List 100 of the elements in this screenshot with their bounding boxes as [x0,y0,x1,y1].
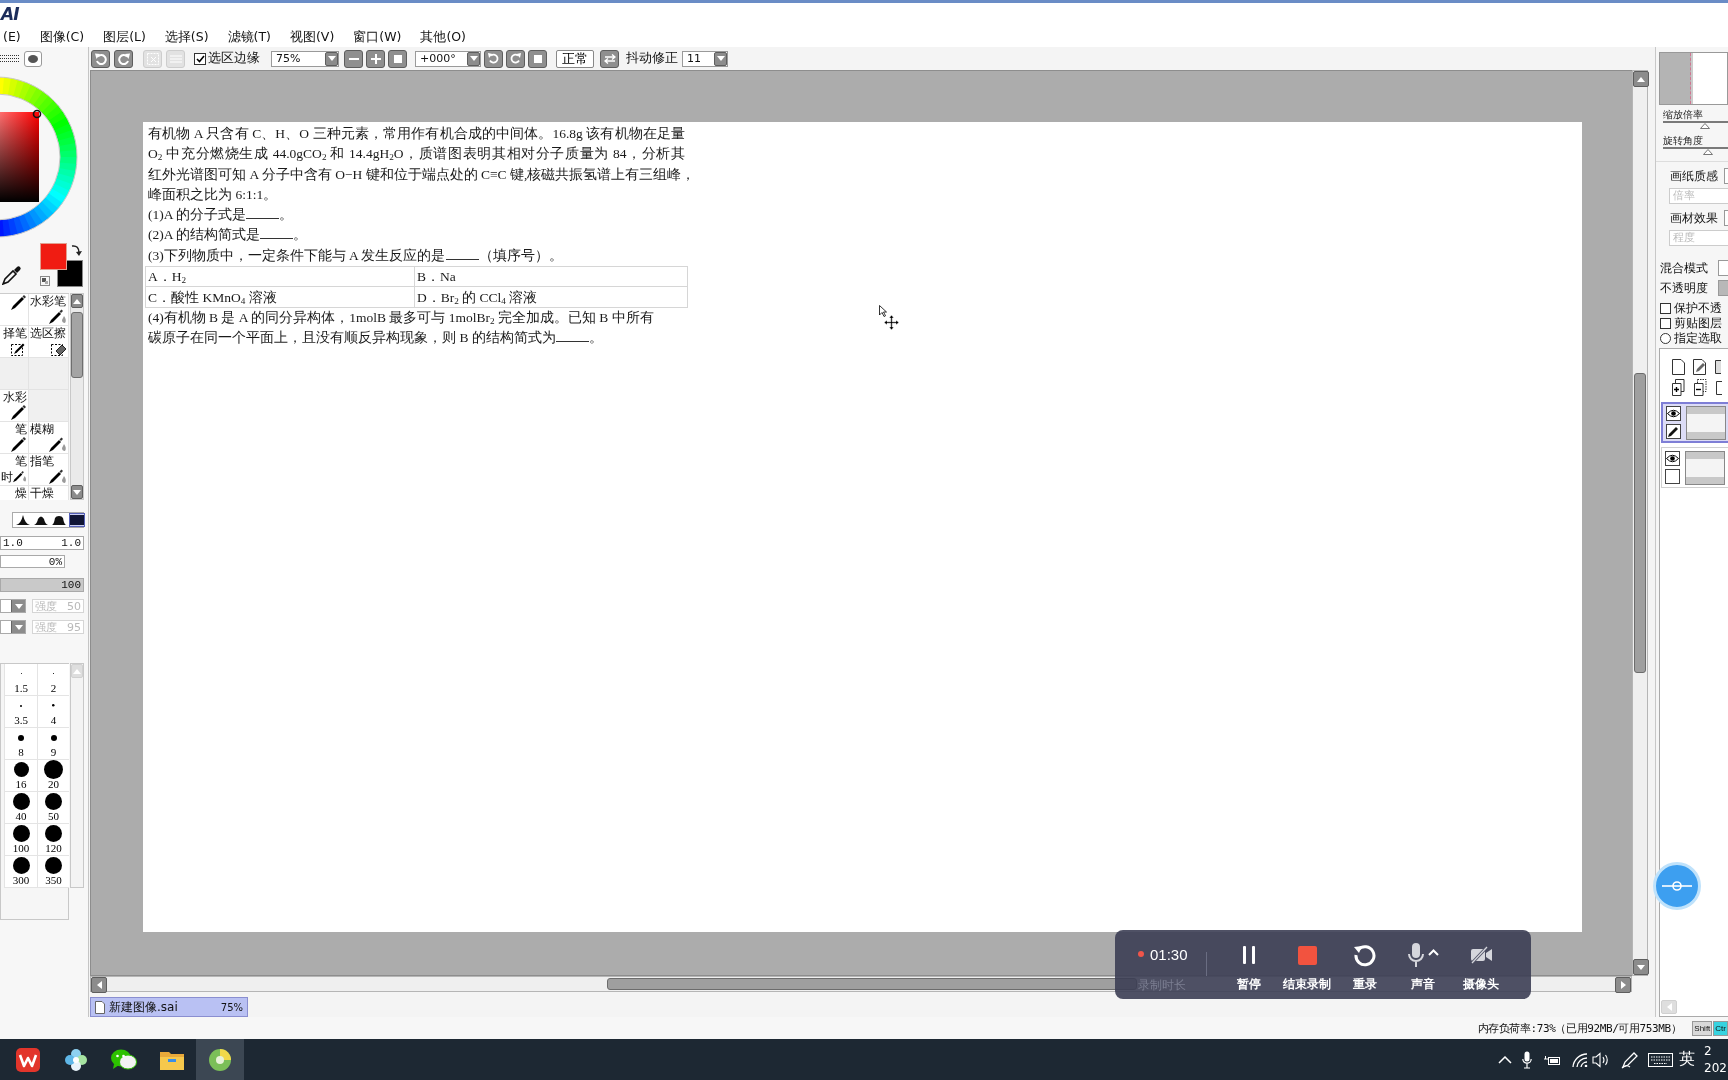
brush-shape-button[interactable] [51,513,67,527]
tool-button[interactable] [0,294,29,326]
checkbox[interactable] [1660,318,1671,329]
layer-item[interactable] [1661,402,1728,443]
edit-toggle[interactable] [1666,424,1681,439]
dropdown-field[interactable] [1724,210,1728,226]
checkbox[interactable] [1660,303,1671,314]
radio-button[interactable] [1660,333,1671,344]
menu-item[interactable]: 选择(S) [164,28,209,44]
scroll-up-button[interactable] [1633,71,1649,87]
camera-button[interactable]: 摄像头 [1452,930,1510,999]
scroll-thumb[interactable] [1634,373,1646,673]
tool-scrollbar[interactable] [70,293,84,500]
dropdown-field[interactable] [1724,168,1728,184]
eye-icon[interactable] [1667,409,1680,418]
brush-shape-button[interactable] [69,513,85,527]
scroll-right-button[interactable] [1615,977,1631,993]
zoom-in-button[interactable] [366,49,385,68]
sound-button[interactable]: 声音 [1394,930,1452,999]
chevron-up-icon[interactable] [1498,1055,1512,1064]
menu-item[interactable]: (E) [3,28,21,44]
checkbox-label[interactable]: 选区边缘 [208,50,260,67]
stabilizer-field[interactable]: 11 [682,50,728,67]
scroll-down-button[interactable] [1633,959,1649,975]
eyedropper-icon[interactable] [2,265,22,285]
brush-preview-button[interactable] [24,50,42,67]
wifi-icon[interactable] [1572,1052,1588,1067]
dropdown-field[interactable] [1718,260,1728,276]
document-tab[interactable]: 新建图像.sai 75% [90,997,248,1017]
navigator-slider[interactable] [1663,147,1728,157]
brush-size-option[interactable]: 20 [37,760,69,792]
slider-handle[interactable] [1700,123,1711,129]
zoom-reset-button[interactable] [388,49,407,68]
brush-size-option[interactable]: 40 [4,792,37,824]
vertical-scrollbar[interactable] [1632,70,1648,976]
size-scrollbar[interactable] [70,663,84,888]
color-swatches-icon[interactable] [40,243,83,287]
menu-item[interactable]: 图层(L) [103,28,146,44]
zoom-out-button[interactable] [344,49,363,68]
brush-size-option[interactable]: 8 [4,728,37,760]
reset-colors-icon[interactable] [40,276,50,286]
rotation-field[interactable]: +000° [415,50,481,67]
opacity-slider[interactable] [1718,280,1728,296]
brush-size-option[interactable]: 16 [4,760,37,792]
page-pencil-icon[interactable] [1693,358,1707,375]
menu-item[interactable]: 视图(V) [289,28,335,44]
rotate-reset-button[interactable] [528,49,547,68]
input-method-indicator[interactable]: 英 [1679,1049,1695,1070]
brush-size-option[interactable]: 350 [37,856,69,888]
restart-recording-button[interactable]: 重录 [1336,930,1394,999]
new-page-icon[interactable] [1672,358,1685,375]
scroll-up-button[interactable] [71,294,83,308]
eye-icon[interactable] [1666,454,1679,463]
scroll-thumb[interactable] [71,312,83,378]
dotted-grid-icon[interactable] [0,55,20,62]
layer-box-icon[interactable] [1715,359,1721,374]
rotate-right-button[interactable] [506,49,525,68]
edit-toggle[interactable] [1665,469,1680,484]
scroll-left-button[interactable] [91,977,107,993]
dropdown-field[interactable] [0,599,26,613]
keyboard-icon[interactable] [1648,1052,1673,1067]
stop-recording-button[interactable]: 结束录制 [1278,930,1336,999]
tool-button[interactable]: 笔 时 [0,454,29,486]
scroll-down-button[interactable] [71,485,83,499]
density-slider[interactable]: 100 [0,578,84,592]
min-density-field[interactable]: 0% [0,555,65,568]
brush-size-option[interactable]: 100 [4,824,37,856]
brush-size-option[interactable]: 300 [4,856,37,888]
checkbox[interactable] [194,52,206,65]
battery-plug-icon[interactable] [1544,1053,1561,1066]
redo-button[interactable] [114,49,133,68]
speaker-icon[interactable] [1592,1051,1610,1068]
slider-handle[interactable] [1702,149,1713,155]
tool-button[interactable]: 指笔 [29,454,69,486]
brush-size-option[interactable]: 4 [37,696,69,728]
menu-item[interactable]: 其他(O) [420,28,466,44]
menu-item[interactable]: 图像(C) [39,28,85,44]
floating-ball-icon[interactable] [1653,862,1701,910]
clock-text[interactable]: 2 [1704,1042,1728,1060]
option-label[interactable]: 保护不透 [1674,300,1722,317]
navigator-preview[interactable] [1659,52,1728,105]
pause-button[interactable]: 暂停 [1220,930,1278,999]
blend-mode-button[interactable]: 正常 [556,49,594,68]
pen-icon[interactable] [1621,1050,1639,1069]
size-range-field[interactable]: 1.0 1.0 [0,536,84,550]
dropdown-field[interactable] [0,620,26,634]
tool-button[interactable]: 干燥 [29,486,69,500]
brush-size-option[interactable]: 1.5 [4,664,37,696]
option-label[interactable]: 指定选取 [1674,330,1722,347]
undo-button[interactable] [91,49,110,68]
zoom-field[interactable]: 75% [271,50,339,67]
menu-item[interactable]: 窗口(W) [353,28,402,44]
layer-box-icon[interactable] [1716,380,1722,395]
tool-button[interactable]: 水彩笔 [29,294,69,326]
brush-size-option[interactable]: 2 [37,664,69,696]
tool-button[interactable]: 模糊 [29,422,69,454]
navigator-slider[interactable] [1663,121,1728,131]
brush-size-option[interactable]: 50 [37,792,69,824]
tool-button[interactable]: 燥 [0,486,29,500]
brush-size-option[interactable]: 3.5 [4,696,37,728]
